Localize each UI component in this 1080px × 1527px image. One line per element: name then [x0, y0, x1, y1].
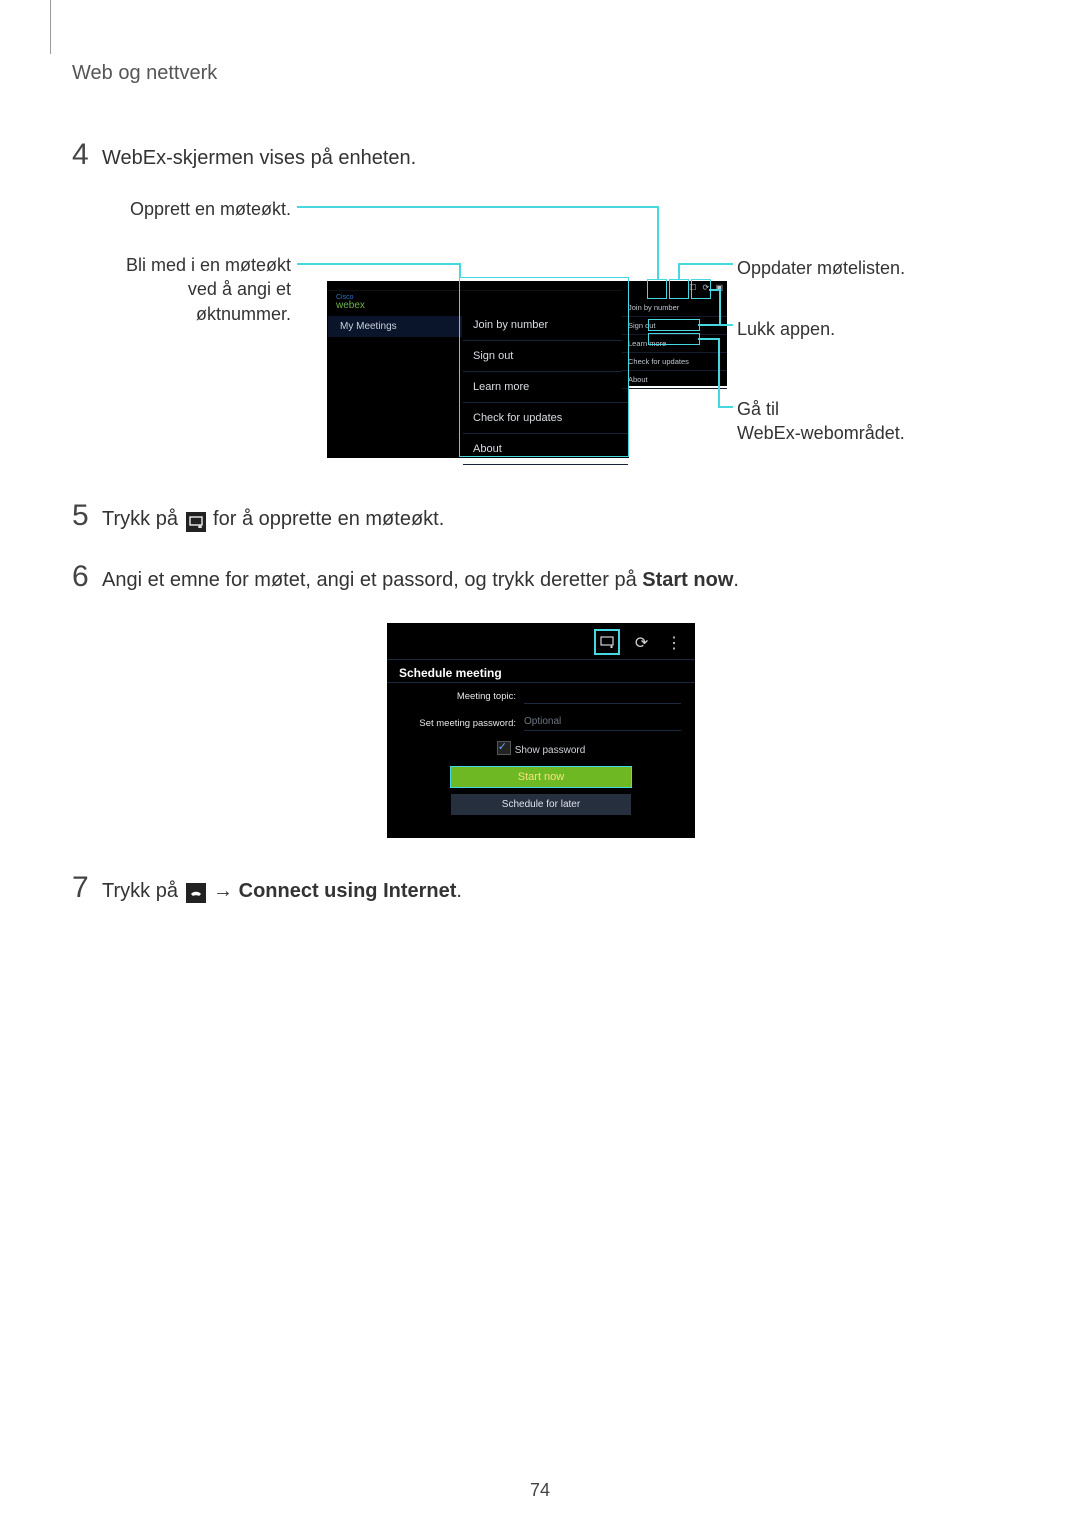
leader: [678, 263, 680, 279]
ov-menu-join[interactable]: Join by number: [622, 299, 727, 317]
leader: [709, 289, 719, 291]
header-rule: [50, 0, 51, 54]
callout-text: Bli med i en møteøkt: [126, 255, 291, 275]
my-meetings-tab[interactable]: My Meetings: [328, 316, 462, 337]
page-number: 74: [0, 1480, 1080, 1501]
step-number: 6: [72, 562, 102, 592]
step-number: 7: [72, 873, 102, 903]
figure-webex-home: Opprett en møteøkt. Bli med i en møteøkt…: [102, 201, 1010, 471]
show-password-label: Show password: [515, 745, 586, 756]
new-meeting-icon: [186, 512, 206, 532]
highlight-new-icon: [647, 279, 667, 299]
callout-goto-web: Gå til WebEx-webområdet.: [737, 397, 905, 446]
highlight-signout: [648, 319, 700, 331]
ov-menu-about[interactable]: About: [622, 371, 727, 389]
step-5: 5 Trykk på for å opprette en møteøkt.: [72, 501, 1010, 534]
meeting-topic-label: Meeting topic:: [401, 691, 516, 702]
step-4: 4 WebEx-skjermen vises på enheten.: [72, 140, 1010, 173]
meeting-topic-input[interactable]: [524, 689, 681, 704]
webex-logo: webex: [336, 296, 365, 311]
ov-menu-updates[interactable]: Check for updates: [622, 353, 727, 371]
leader: [719, 324, 733, 326]
figure-schedule-meeting: ⟳ ⋮ Schedule meeting Meeting topic: Set …: [387, 623, 695, 838]
callout-text: øktnummer.: [196, 304, 291, 324]
page-header: Web og nettverk: [72, 62, 1010, 85]
text-fragment: Angi et emne for møtet, angi et passord,…: [102, 569, 642, 591]
schedule-later-button[interactable]: Schedule for later: [451, 794, 631, 815]
callout-text: Gå til: [737, 399, 779, 419]
text-bold: Connect using Internet: [239, 880, 457, 902]
text-fragment: Trykk på: [102, 880, 184, 902]
refresh-icon[interactable]: ⟳: [631, 632, 653, 654]
callout-text: ved å angi et: [188, 279, 291, 299]
step-text: Trykk på for å opprette en møteøkt.: [102, 504, 444, 534]
leader: [718, 338, 720, 406]
meeting-password-input[interactable]: Optional: [524, 716, 681, 731]
text-fragment: →: [208, 880, 239, 902]
schedule-title: Schedule meeting: [387, 660, 695, 683]
leader: [459, 263, 461, 277]
leader: [698, 324, 719, 326]
text-fragment: for å opprette en møteøkt.: [208, 508, 445, 530]
callout-refresh: Oppdater møtelisten.: [737, 256, 905, 280]
highlight-refresh-icon: [669, 279, 689, 299]
callout-create-meeting: Opprett en møteøkt.: [96, 197, 291, 221]
phone-hangup-icon: [186, 883, 206, 903]
start-now-button[interactable]: Start now: [450, 766, 632, 788]
callout-join-by-number: Bli med i en møteøkt ved å angi et øktnu…: [96, 253, 291, 326]
leader: [297, 263, 459, 265]
leader: [698, 338, 718, 340]
leader: [297, 206, 657, 208]
highlight-menu-list: [459, 277, 629, 457]
meeting-password-label: Set meeting password:: [401, 718, 516, 729]
text-fragment: Trykk på: [102, 508, 184, 530]
text-fragment: .: [733, 569, 739, 591]
text-fragment: .: [456, 880, 462, 902]
step-number: 5: [72, 501, 102, 531]
callout-close-app: Lukk appen.: [737, 317, 835, 341]
step-6: 6 Angi et emne for møtet, angi et passor…: [72, 562, 1010, 595]
leader: [678, 263, 733, 265]
new-meeting-icon[interactable]: [594, 629, 620, 655]
highlight-exit-icon: [691, 279, 711, 299]
leader: [719, 289, 721, 324]
highlight-learnmore: [648, 333, 700, 345]
step-7: 7 Trykk på → Connect using Internet.: [72, 873, 1010, 906]
leader: [718, 406, 733, 408]
leader: [657, 206, 659, 279]
more-icon[interactable]: ⋮: [663, 632, 685, 654]
step-text: Trykk på → Connect using Internet.: [102, 876, 462, 906]
callout-text: WebEx-webområdet.: [737, 423, 905, 443]
step-text: WebEx-skjermen vises på enheten.: [102, 143, 416, 173]
step-number: 4: [72, 140, 102, 170]
text-bold: Start now: [642, 569, 733, 591]
show-password-checkbox[interactable]: [497, 741, 511, 755]
step-text: Angi et emne for møtet, angi et passord,…: [102, 565, 739, 595]
